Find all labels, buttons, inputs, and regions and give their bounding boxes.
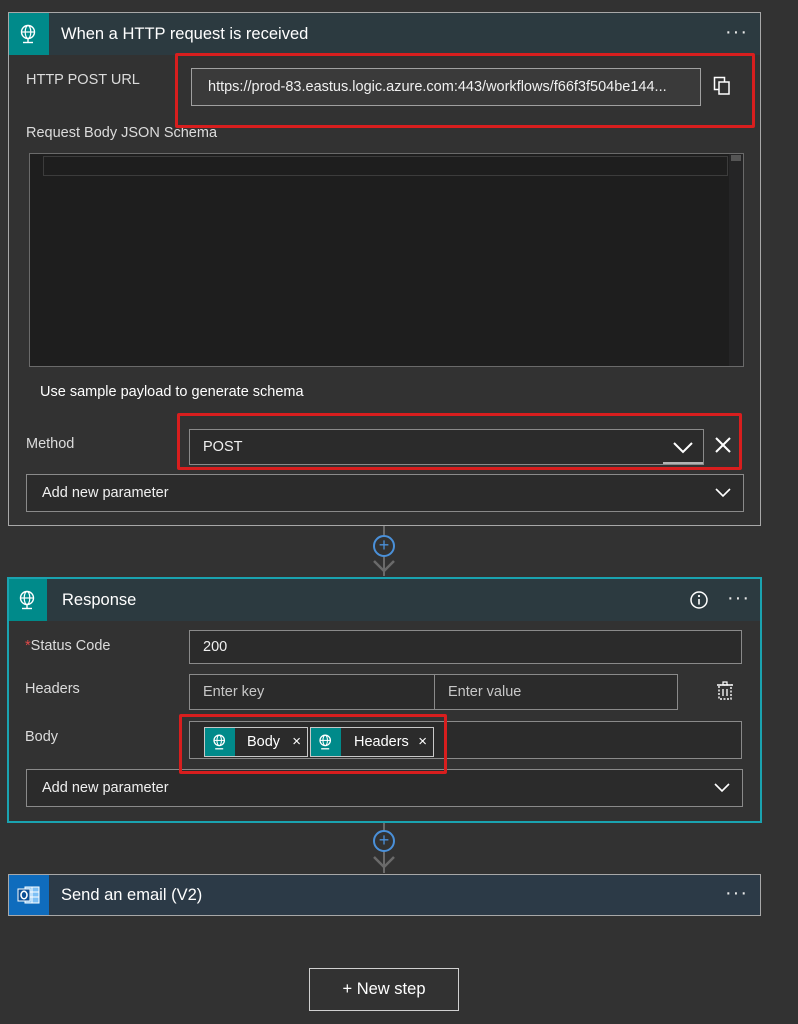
remove-token-button[interactable]: ×	[418, 733, 427, 750]
headers-value-field[interactable]: Enter value	[434, 674, 678, 710]
headers-token[interactable]: Headers ×	[310, 727, 434, 757]
status-code-field[interactable]: 200	[189, 630, 742, 664]
http-trigger-header[interactable]: When a HTTP request is received ···	[9, 13, 760, 55]
arrow-down-icon	[373, 856, 395, 869]
more-options-button[interactable]: ···	[725, 13, 748, 55]
chevron-down-icon[interactable]	[661, 430, 703, 464]
add-new-parameter-label: Add new parameter	[42, 780, 169, 796]
http-trigger-title: When a HTTP request is received	[61, 25, 309, 43]
headers-label: Headers	[25, 681, 80, 697]
chevron-down-icon	[712, 778, 732, 798]
delete-icon[interactable]	[714, 680, 736, 702]
http-post-url-label: HTTP POST URL	[26, 72, 140, 88]
body-token[interactable]: Body ×	[204, 727, 308, 757]
body-token-label: Body	[247, 734, 281, 750]
add-new-parameter-dropdown[interactable]: Add new parameter	[26, 474, 744, 512]
http-post-url-field[interactable]: https://prod-83.eastus.logic.azure.com:4…	[191, 68, 701, 106]
headers-token-label: Headers	[354, 734, 409, 750]
response-header[interactable]: Response ···	[9, 579, 760, 621]
globe-request-icon	[311, 728, 341, 756]
headers-key-field[interactable]: Enter key	[189, 674, 435, 710]
headers-key-placeholder: Enter key	[203, 684, 265, 700]
new-step-button[interactable]: + New step	[309, 968, 459, 1011]
http-post-url-value: https://prod-83.eastus.logic.azure.com:4…	[208, 79, 667, 95]
response-card: Response ··· *Status Code 200 Headers En…	[7, 577, 762, 823]
globe-request-icon	[9, 579, 47, 621]
copy-icon[interactable]	[712, 75, 732, 97]
chevron-down-icon	[713, 483, 733, 503]
sample-payload-link[interactable]: Use sample payload to generate schema	[40, 384, 304, 400]
outlook-icon	[9, 875, 49, 915]
add-new-parameter-dropdown[interactable]: Add new parameter	[26, 769, 743, 807]
close-icon[interactable]	[712, 434, 734, 456]
send-email-title: Send an email (V2)	[61, 886, 203, 904]
http-trigger-card: When a HTTP request is received ··· HTTP…	[8, 12, 761, 526]
info-icon[interactable]	[689, 590, 709, 610]
new-step-label: + New step	[342, 980, 426, 998]
editor-scrollbar[interactable]	[729, 154, 743, 366]
add-new-parameter-label: Add new parameter	[42, 485, 169, 501]
globe-request-icon	[205, 728, 235, 756]
method-value: POST	[203, 439, 243, 455]
insert-step-button[interactable]: +	[373, 830, 395, 852]
schema-label: Request Body JSON Schema	[26, 125, 218, 141]
status-code-label-text: Status Code	[30, 638, 111, 654]
response-title: Response	[62, 591, 137, 609]
schema-editor[interactable]	[29, 153, 744, 367]
insert-step-button[interactable]: +	[373, 535, 395, 557]
status-code-label: *Status Code	[25, 638, 110, 654]
globe-request-icon	[9, 13, 49, 55]
remove-token-button[interactable]: ×	[292, 733, 301, 750]
status-code-value: 200	[203, 639, 228, 655]
more-options-button[interactable]: ···	[725, 875, 748, 915]
method-select[interactable]: POST	[189, 429, 704, 465]
method-label: Method	[26, 436, 75, 452]
editor-current-line	[43, 156, 728, 176]
send-email-card[interactable]: Send an email (V2) ···	[8, 874, 761, 916]
arrow-down-icon	[373, 560, 395, 573]
more-options-button[interactable]: ···	[727, 579, 750, 621]
body-label: Body	[25, 729, 59, 745]
headers-value-placeholder: Enter value	[448, 684, 522, 700]
